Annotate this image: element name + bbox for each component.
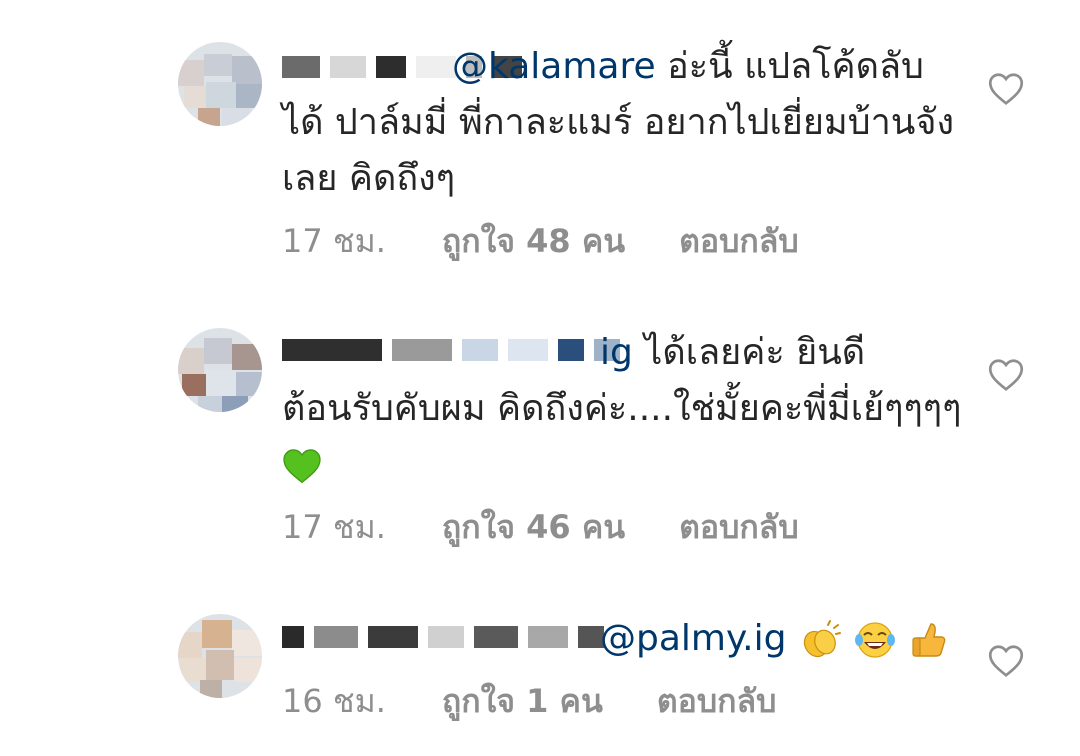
comment-meta: 17 ชม. ถูกใจ 46 คน ตอบกลับ — [282, 502, 799, 553]
comment-text: ig ได้เลยค่ะ ยินดี ต้อนรับคับผม คิดถึงค่… — [282, 325, 962, 493]
comment-meta: 16 ชม. ถูกใจ 1 คน ตอบกลับ — [282, 676, 776, 727]
comment-time: 17 ชม. — [282, 222, 386, 260]
mention-link[interactable]: ig — [600, 332, 633, 373]
tears-of-joy-emoji — [855, 622, 896, 658]
comment-meta: 17 ชม. ถูกใจ 48 คน ตอบกลับ — [282, 216, 799, 267]
green-heart-emoji — [283, 449, 321, 484]
avatar[interactable] — [178, 328, 262, 412]
reply-button[interactable]: ตอบกลับ — [657, 676, 777, 727]
heart-outline-icon[interactable] — [988, 358, 1024, 392]
clapping-hands-emoji — [803, 620, 841, 658]
comment-text: @palmy.ig — [282, 611, 962, 667]
heart-outline-icon[interactable] — [988, 72, 1024, 106]
comment-time: 16 ชม. — [282, 682, 386, 720]
mention-link[interactable]: @palmy.ig — [600, 618, 786, 659]
heart-outline-icon[interactable] — [988, 644, 1024, 678]
thumbs-up-emoji — [912, 623, 946, 657]
mention-link[interactable]: @kalamare — [452, 46, 656, 87]
likes-count[interactable]: ถูกใจ 46 คน — [442, 502, 625, 553]
avatar[interactable] — [178, 42, 262, 126]
likes-count[interactable]: ถูกใจ 1 คน — [442, 676, 603, 727]
comment-time: 17 ชม. — [282, 508, 386, 546]
comment-text: @kalamare อ่ะนี้ แปลโค้ดลับ ได้ ปาล์มมี่… — [282, 46, 955, 199]
avatar[interactable] — [178, 614, 262, 698]
reply-button[interactable]: ตอบกลับ — [679, 502, 799, 553]
likes-count[interactable]: ถูกใจ 48 คน — [442, 216, 625, 267]
reply-button[interactable]: ตอบกลับ — [679, 216, 799, 267]
